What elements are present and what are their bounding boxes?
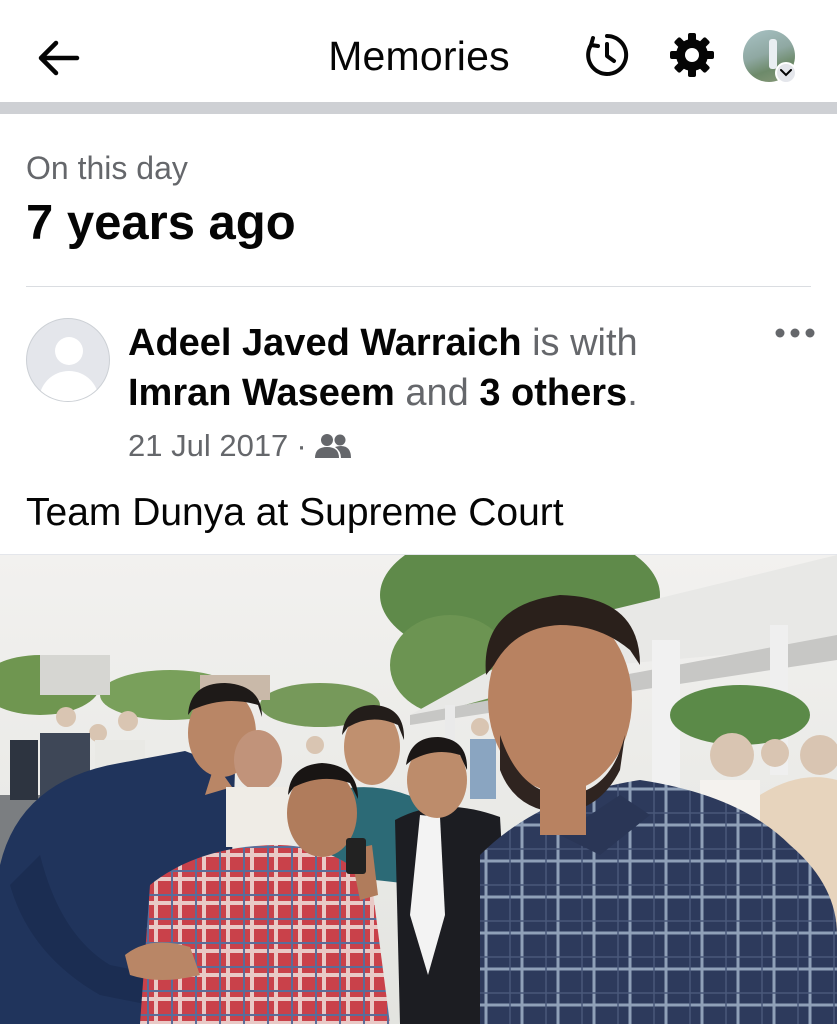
gear-icon — [670, 33, 714, 77]
chevron-down-icon — [775, 62, 797, 84]
meta-separator: · — [296, 428, 307, 463]
back-arrow-icon — [38, 40, 80, 76]
profile-avatar-button[interactable] — [743, 30, 797, 84]
memory-label: On this day — [26, 150, 188, 186]
post-header-text: Adeel Javed Warraich is with Imran Wasee… — [128, 318, 748, 418]
tagged-person-link[interactable]: Imran Waseem — [128, 372, 395, 414]
is-with-text: is with — [532, 322, 638, 364]
post-options-button[interactable] — [770, 318, 820, 348]
post-date[interactable]: 21 Jul 2017 — [128, 428, 288, 464]
post-author-link[interactable]: Adeel Javed Warraich — [128, 322, 522, 364]
back-button[interactable] — [30, 30, 86, 86]
period-text: . — [627, 372, 638, 414]
more-dots-icon — [775, 328, 815, 338]
and-text: and — [405, 372, 469, 414]
memory-years-ago: 7 years ago — [26, 196, 296, 250]
clock-history-icon — [586, 33, 629, 76]
settings-button[interactable] — [667, 30, 717, 80]
post-photo[interactable] — [0, 555, 837, 1024]
post-author-avatar[interactable] — [26, 318, 110, 402]
group-selfie-image — [0, 555, 837, 1024]
page-title: Memories — [328, 33, 510, 79]
history-button[interactable] — [582, 30, 632, 80]
top-bar: Memories — [0, 0, 837, 103]
friends-icon — [314, 434, 351, 458]
others-link[interactable]: 3 others — [479, 372, 627, 414]
section-divider — [26, 286, 811, 287]
post-meta: 21 Jul 2017 · — [128, 426, 351, 466]
header-divider — [0, 102, 837, 114]
post-caption: Team Dunya at Supreme Court — [26, 491, 564, 534]
